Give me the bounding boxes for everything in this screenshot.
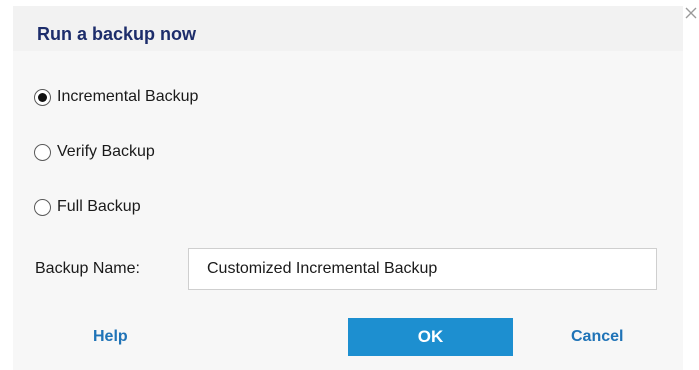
ok-button[interactable]: OK <box>348 318 513 356</box>
backup-name-input[interactable] <box>188 248 657 290</box>
dialog-title: Run a backup now <box>37 24 197 44</box>
help-button[interactable]: Help <box>93 328 128 346</box>
cancel-button[interactable]: Cancel <box>571 328 623 346</box>
radio-verify-backup[interactable]: Verify Backup <box>34 141 155 163</box>
radio-button[interactable] <box>34 143 51 161</box>
radio-full-backup[interactable]: Full Backup <box>34 196 141 218</box>
radio-label-full: Full Backup <box>57 198 141 215</box>
radio-button[interactable] <box>34 198 51 216</box>
dialog-title-bar: Run a backup now <box>13 6 683 51</box>
radio-button-selected[interactable] <box>34 88 51 106</box>
close-icon[interactable] <box>684 6 698 20</box>
radio-label-incremental: Incremental Backup <box>57 88 199 105</box>
radio-label-verify: Verify Backup <box>57 143 155 160</box>
run-backup-dialog: Run a backup now Incremental Backup Veri… <box>0 0 699 370</box>
radio-incremental-backup[interactable]: Incremental Backup <box>34 86 198 108</box>
backup-name-label: Backup Name: <box>35 260 140 277</box>
